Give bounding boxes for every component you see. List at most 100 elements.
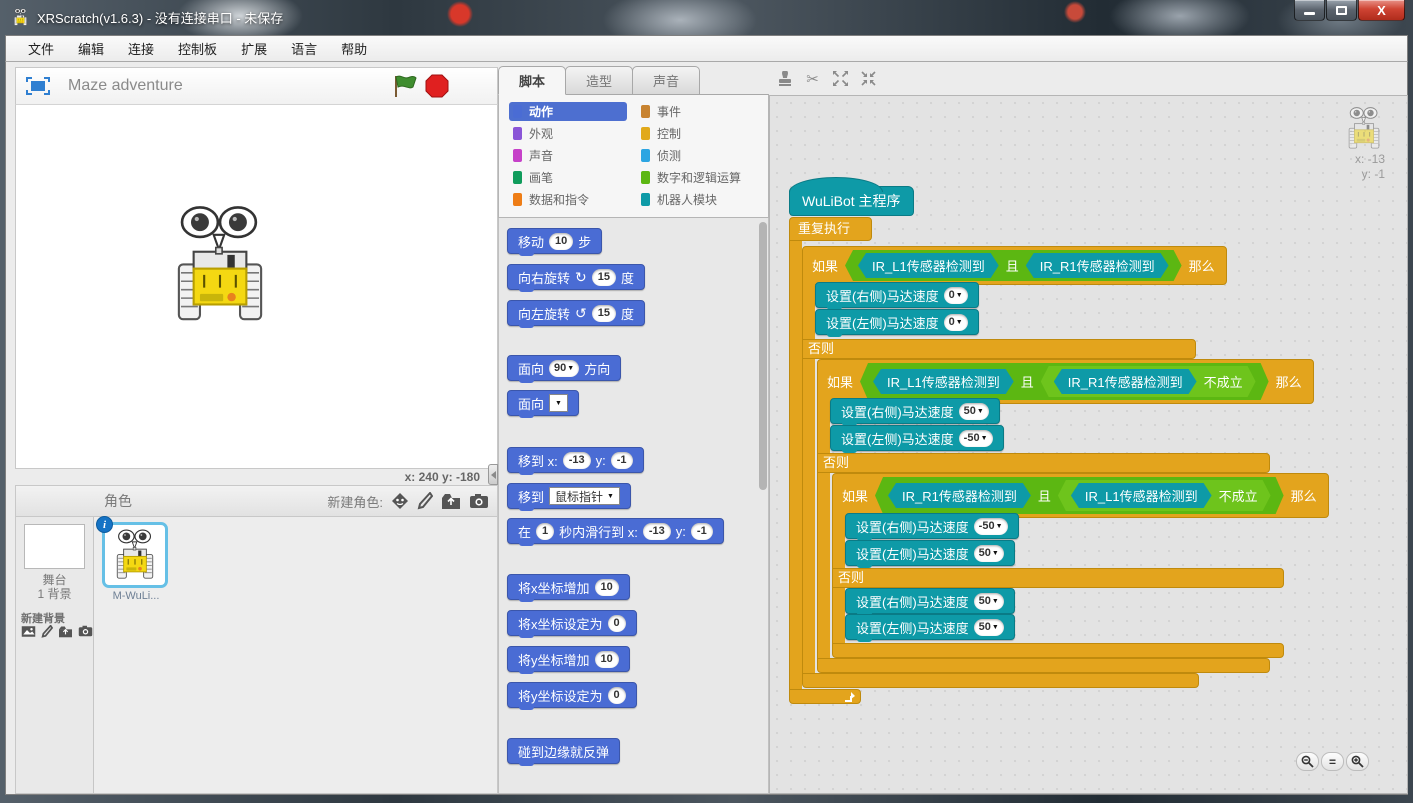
- upload-backdrop-icon[interactable]: [58, 625, 73, 638]
- set-left-motor-0[interactable]: 设置(左侧)马达速度0▼: [815, 309, 979, 335]
- stage-thumbnail[interactable]: [24, 524, 85, 569]
- zoom-in-button[interactable]: [1346, 752, 1369, 771]
- stamp-icon[interactable]: [776, 70, 793, 87]
- set-right-motor-neg50[interactable]: 设置(右侧)马达速度-50▼: [845, 513, 1019, 539]
- scissors-icon[interactable]: ✂: [804, 70, 821, 87]
- else-set-left-motor-50[interactable]: 设置(左侧)马达速度50▼: [845, 614, 1015, 640]
- sensor-ir-l1[interactable]: IR_L1传感器检测到: [873, 369, 1014, 394]
- not-condition-2[interactable]: IR_R1传感器检测到 不成立: [1041, 366, 1256, 397]
- set-left-motor-50[interactable]: 设置(左侧)马达速度50▼: [845, 540, 1015, 566]
- camera-sprite-icon[interactable]: [469, 493, 489, 509]
- tab-scripts[interactable]: 脚本: [498, 66, 566, 95]
- category-data[interactable]: 数据和指令: [509, 190, 627, 209]
- sensor-ir-l1[interactable]: IR_L1传感器检测到: [1071, 483, 1212, 508]
- robot-sprite-thumb: [110, 528, 160, 583]
- block-goto-mouse[interactable]: 移到鼠标指针▼: [507, 483, 631, 509]
- sensor-ir-r1[interactable]: IR_R1传感器检测到: [888, 483, 1031, 508]
- stage-canvas[interactable]: [15, 105, 498, 469]
- block-move-steps[interactable]: 移动10步: [507, 228, 602, 254]
- and-condition-3[interactable]: IR_R1传感器检测到 且 IR_L1传感器检测到 不成立: [875, 477, 1284, 514]
- stop-icon[interactable]: [425, 74, 449, 98]
- main-content: Maze adventure x: 240 y: -180 角色 新建角色:: [5, 62, 1408, 795]
- not-condition-3[interactable]: IR_L1传感器检测到 不成立: [1058, 480, 1271, 511]
- if-block-3-header[interactable]: 如果 IR_R1传感器检测到 且 IR_L1传感器检测到 不成立 那么: [832, 473, 1329, 518]
- and-condition-1[interactable]: IR_L1传感器检测到 且 IR_R1传感器检测到: [845, 250, 1182, 281]
- close-button[interactable]: X: [1358, 0, 1405, 21]
- stage-selector-column[interactable]: 舞台 1 背景 新建背景: [16, 517, 94, 793]
- dropdown-empty[interactable]: ▼: [549, 394, 568, 412]
- block-change-y[interactable]: 将y坐标增加10: [507, 646, 630, 672]
- new-backdrop-label: 新建背景: [21, 610, 65, 626]
- sensing-swatch: [641, 149, 650, 162]
- zoom-out-button[interactable]: [1296, 752, 1319, 771]
- category-operators[interactable]: 数字和逻辑运算: [637, 168, 765, 187]
- camera-backdrop-icon[interactable]: [78, 625, 93, 637]
- block-point-towards[interactable]: 面向▼: [507, 390, 579, 416]
- menu-connect[interactable]: 连接: [118, 36, 164, 61]
- tab-costumes[interactable]: 造型: [565, 66, 633, 95]
- sprites-panel-title: 角色: [104, 491, 132, 511]
- block-goto-xy[interactable]: 移到 x:-13y:-1: [507, 447, 644, 473]
- menu-extensions[interactable]: 扩展: [231, 36, 277, 61]
- set-left-motor-neg50[interactable]: 设置(左侧)马达速度-50▼: [830, 425, 1004, 451]
- backdrop-library-icon[interactable]: [21, 625, 36, 638]
- block-set-y[interactable]: 将y坐标设定为0: [507, 682, 637, 708]
- if-3-else-bar: 否则: [832, 568, 1284, 588]
- category-control[interactable]: 控制: [637, 124, 765, 143]
- sensor-ir-l1[interactable]: IR_L1传感器检测到: [858, 253, 999, 278]
- category-robots[interactable]: 机器人模块: [637, 190, 765, 209]
- new-sprite-library-icon[interactable]: [391, 492, 409, 510]
- category-pen[interactable]: 画笔: [509, 168, 627, 187]
- menu-help[interactable]: 帮助: [331, 36, 377, 61]
- else-set-right-motor-50[interactable]: 设置(右侧)马达速度50▼: [845, 588, 1015, 614]
- block-glide[interactable]: 在1秒内滑行到 x:-13y:-1: [507, 518, 724, 544]
- block-point-direction[interactable]: 面向90▼方向: [507, 355, 621, 381]
- set-right-motor-0[interactable]: 设置(右侧)马达速度0▼: [815, 282, 979, 308]
- block-change-x[interactable]: 将x坐标增加10: [507, 574, 630, 600]
- if-block-1-header[interactable]: 如果 IR_L1传感器检测到 且 IR_R1传感器检测到 那么: [802, 246, 1227, 285]
- stage-coords-row: x: 240 y: -180: [15, 469, 498, 485]
- block-turn-right[interactable]: 向右旋转↻15度: [507, 264, 645, 290]
- block-bounce-on-edge[interactable]: 碰到边缘就反弹: [507, 738, 620, 764]
- block-turn-left[interactable]: 向左旋转↺15度: [507, 300, 645, 326]
- tab-sounds[interactable]: 声音: [632, 66, 700, 95]
- paint-new-sprite-icon[interactable]: [417, 492, 433, 510]
- hat-wulibot-main[interactable]: WuLiBot 主程序: [789, 186, 914, 216]
- sensor-ir-r1[interactable]: IR_R1传感器检测到: [1054, 369, 1197, 394]
- shrink-icon[interactable]: [860, 70, 877, 87]
- palette-scrollbar[interactable]: [759, 222, 767, 490]
- category-sound[interactable]: 声音: [509, 146, 627, 165]
- fullscreen-icon[interactable]: [26, 77, 50, 95]
- block-palette: 移动10步 向右旋转↻15度 向左旋转↺15度 面向90▼方向 面向▼ 移到 x…: [498, 218, 769, 794]
- maximize-button[interactable]: [1326, 0, 1357, 21]
- robot-sprite[interactable]: [162, 203, 278, 330]
- dropdown-mouse-pointer[interactable]: 鼠标指针▼: [549, 487, 620, 505]
- grow-icon[interactable]: [832, 70, 849, 87]
- script-canvas[interactable]: x: -13 y: -1 WuLiBot 主程序 重复执行 如果 IR_L1传感…: [769, 95, 1408, 794]
- category-sensing[interactable]: 侦测: [637, 146, 765, 165]
- if-1-else-bar: 否则: [802, 339, 1196, 359]
- sprite-info-badge[interactable]: i: [96, 516, 113, 533]
- control-swatch: [641, 127, 650, 140]
- sprite-info-thumb: [1343, 106, 1385, 152]
- category-events[interactable]: 事件: [637, 102, 765, 121]
- paint-backdrop-icon[interactable]: [41, 625, 53, 638]
- category-motion[interactable]: 动作: [509, 102, 627, 121]
- upload-sprite-icon[interactable]: [441, 492, 461, 510]
- menu-file[interactable]: 文件: [18, 36, 64, 61]
- menu-board[interactable]: 控制板: [168, 36, 227, 61]
- set-right-motor-50[interactable]: 设置(右侧)马达速度50▼: [830, 398, 1000, 424]
- green-flag-icon[interactable]: [391, 74, 417, 98]
- category-looks[interactable]: 外观: [509, 124, 627, 143]
- zoom-reset-button[interactable]: =: [1321, 752, 1344, 771]
- sprite-thumbnail-selected[interactable]: [102, 522, 168, 588]
- menu-edit[interactable]: 编辑: [68, 36, 114, 61]
- category-panel: 动作 外观 声音 画笔 数据和指令 事件: [498, 94, 769, 218]
- minimize-button[interactable]: [1294, 0, 1325, 21]
- sensor-ir-r1[interactable]: IR_R1传感器检测到: [1026, 253, 1169, 278]
- block-set-x[interactable]: 将x坐标设定为0: [507, 610, 637, 636]
- and-condition-2[interactable]: IR_L1传感器检测到 且 IR_R1传感器检测到 不成立: [860, 363, 1269, 400]
- menu-language[interactable]: 语言: [281, 36, 327, 61]
- forever-block-top[interactable]: 重复执行: [789, 217, 872, 241]
- stage-resize-arrow-button[interactable]: [488, 464, 498, 485]
